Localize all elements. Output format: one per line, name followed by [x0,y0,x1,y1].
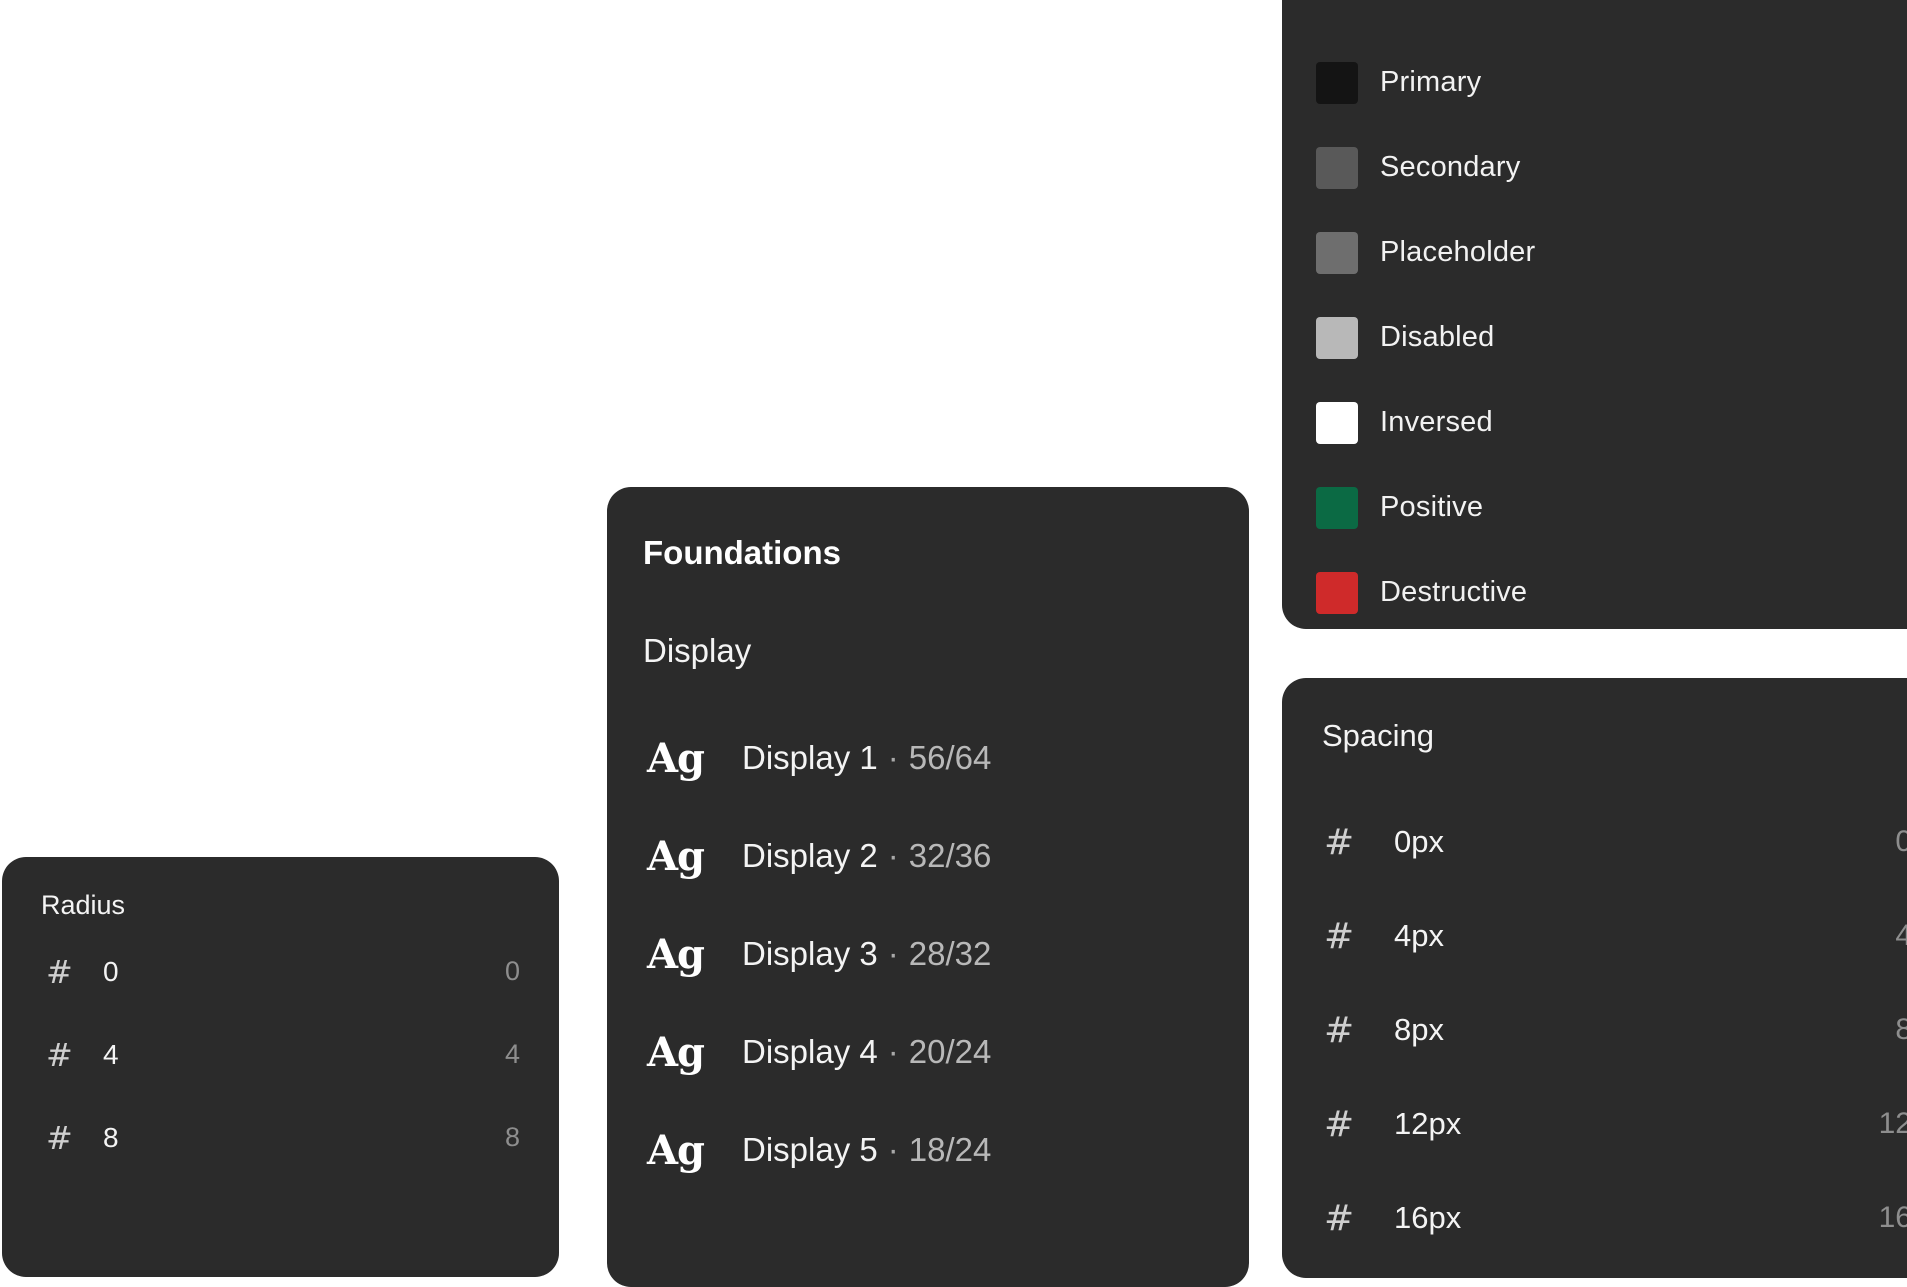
spacing-token-row[interactable]: # 16px 16 [1324,1171,1907,1265]
spacing-token-value: 8 [1895,1013,1907,1046]
text-style-metric: 56/64 [908,739,992,776]
color-swatch [1316,231,1358,274]
color-swatch [1316,486,1358,529]
hash-icon: # [46,1118,73,1157]
text-style-icon: Ag [647,930,705,978]
spacing-token-value: 4 [1895,919,1907,952]
color-tokens-panel: Primary Secondary Placeholder Disabled I… [1282,0,1907,629]
radius-token-row[interactable]: # 8 8 [46,1096,520,1179]
color-token-primary[interactable]: Primary [1316,40,1535,125]
color-token-destructive[interactable]: Destructive [1316,550,1535,629]
display-section-title: Display [643,632,752,669]
spacing-token-value: 12 [1878,1107,1907,1140]
color-token-label: Disabled [1380,321,1495,353]
hash-icon: # [1324,1103,1355,1145]
text-style-icon: Ag [647,1126,705,1174]
color-swatch [1316,571,1358,614]
text-style-row[interactable]: Ag Display 1 · 56/64 [647,709,991,807]
spacing-token-row[interactable]: # 0px 0 [1324,795,1907,889]
radius-token-value: 8 [504,1122,520,1152]
spacing-token-name: 8px [1394,1012,1444,1047]
spacing-token-name: 4px [1394,918,1444,953]
separator-dot: · [887,935,899,972]
text-style-name: Display 5 [742,1131,878,1168]
color-token-disabled[interactable]: Disabled [1316,295,1535,380]
hash-icon: # [1324,915,1355,957]
text-style-row[interactable]: Ag Display 4 · 20/24 [647,1003,991,1101]
radius-token-name: 8 [103,1121,119,1153]
foundations-panel: Foundations Display Ag Display 1 · 56/64… [607,487,1249,1287]
spacing-token-value: 16 [1878,1201,1907,1234]
separator-dot: · [887,1131,899,1168]
color-token-label: Inversed [1380,406,1493,438]
spacing-tokens-panel: Spacing # 0px 0 # 4px 4 # 8px 8 # 12px 1… [1282,678,1907,1278]
color-token-placeholder[interactable]: Placeholder [1316,210,1535,295]
hash-icon: # [1324,1197,1355,1239]
text-style-metric: 20/24 [908,1033,992,1070]
spacing-token-row[interactable]: # 8px 8 [1324,983,1907,1077]
text-style-name: Display 4 [742,1033,878,1070]
radius-token-name: 0 [103,955,119,987]
color-token-label: Secondary [1380,151,1521,183]
spacing-token-list: # 0px 0 # 4px 4 # 8px 8 # 12px 12 # 16px… [1324,795,1907,1265]
radius-token-value: 0 [504,956,520,986]
spacing-token-name: 0px [1394,824,1444,859]
radius-tokens-panel: Radius # 0 0 # 4 4 # 8 8 [2,857,559,1277]
text-style-icon: Ag [647,1028,705,1076]
radius-token-list: # 0 0 # 4 4 # 8 8 [46,930,520,1179]
separator-dot: · [887,1033,899,1070]
spacing-token-row[interactable]: # 4px 4 [1324,889,1907,983]
color-token-secondary[interactable]: Secondary [1316,125,1535,210]
color-token-label: Positive [1380,491,1484,523]
text-style-name: Display 3 [742,935,878,972]
hash-icon: # [46,1035,73,1074]
color-swatch [1316,401,1358,444]
spacing-title: Spacing [1322,718,1435,753]
spacing-token-name: 12px [1394,1106,1462,1141]
radius-token-name: 4 [103,1038,119,1070]
hash-icon: # [1324,821,1355,863]
spacing-token-row[interactable]: # 12px 12 [1324,1077,1907,1171]
hash-icon: # [1324,1009,1355,1051]
color-token-label: Destructive [1380,576,1528,608]
text-style-row[interactable]: Ag Display 2 · 32/36 [647,807,991,905]
color-token-list: Primary Secondary Placeholder Disabled I… [1316,40,1535,629]
spacing-token-value: 0 [1895,825,1907,858]
text-style-row[interactable]: Ag Display 5 · 18/24 [647,1101,991,1199]
spacing-token-name: 16px [1394,1200,1462,1235]
text-style-name: Display 2 [742,837,878,874]
separator-dot: · [887,837,899,874]
text-style-list: Ag Display 1 · 56/64 Ag Display 2 · 32/3… [647,709,991,1199]
color-token-label: Primary [1380,66,1482,98]
color-swatch [1316,61,1358,104]
radius-token-value: 4 [504,1039,520,1069]
color-swatch [1316,316,1358,359]
hash-icon: # [46,952,73,991]
text-style-icon: Ag [647,832,705,880]
radius-token-row[interactable]: # 0 0 [46,930,520,1013]
color-token-positive[interactable]: Positive [1316,465,1535,550]
separator-dot: · [887,739,899,776]
text-style-metric: 18/24 [908,1131,992,1168]
radius-title: Radius [41,890,126,920]
foundations-title: Foundations [643,534,841,571]
text-style-row[interactable]: Ag Display 3 · 28/32 [647,905,991,1003]
text-style-metric: 32/36 [908,837,992,874]
color-swatch [1316,146,1358,189]
text-style-name: Display 1 [742,739,878,776]
color-token-label: Placeholder [1380,236,1536,268]
text-style-icon: Ag [647,734,705,782]
text-style-metric: 28/32 [908,935,992,972]
radius-token-row[interactable]: # 4 4 [46,1013,520,1096]
color-token-inversed[interactable]: Inversed [1316,380,1535,465]
